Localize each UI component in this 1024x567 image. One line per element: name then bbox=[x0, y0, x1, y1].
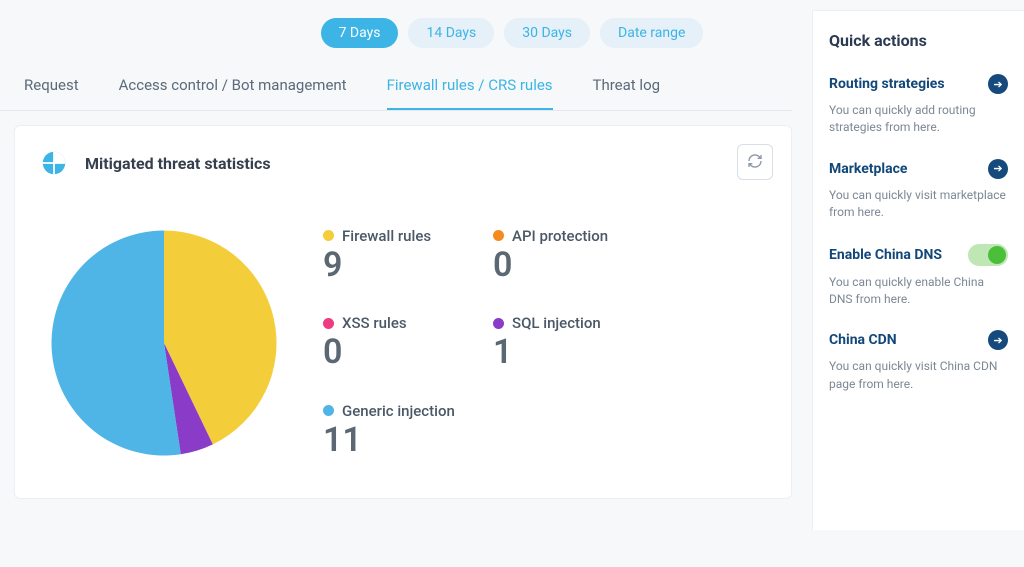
dot-icon bbox=[493, 230, 504, 241]
stat-sql-injection: SQL injection 1 bbox=[493, 314, 633, 371]
stat-value: 0 bbox=[323, 334, 463, 371]
quick-action-label: Enable China DNS bbox=[829, 247, 942, 263]
quick-action-label: Marketplace bbox=[829, 161, 907, 177]
quick-action-routing[interactable]: Routing strategies ➔ You can quickly add… bbox=[829, 74, 1008, 137]
quick-actions-sidebar: Quick actions Routing strategies ➔ You c… bbox=[812, 10, 1024, 530]
stat-label: API protection bbox=[512, 227, 608, 245]
sidebar-title: Quick actions bbox=[829, 31, 1008, 50]
toggle-china-dns[interactable] bbox=[968, 244, 1008, 266]
stat-value: 11 bbox=[323, 422, 463, 459]
card-title: Mitigated threat statistics bbox=[85, 154, 271, 173]
tabs: Request Access control / Bot management … bbox=[0, 58, 792, 111]
arrow-right-icon: ➔ bbox=[988, 330, 1008, 350]
arrow-right-icon: ➔ bbox=[988, 74, 1008, 94]
stat-label: SQL injection bbox=[512, 314, 601, 332]
quick-action-desc: You can quickly visit China CDN page fro… bbox=[829, 358, 1008, 393]
quick-action-label: China CDN bbox=[829, 332, 897, 348]
stat-xss-rules: XSS rules 0 bbox=[323, 314, 463, 371]
mitigated-threat-card: Mitigated threat statistics bbox=[14, 125, 792, 499]
quick-action-china-cdn[interactable]: China CDN ➔ You can quickly visit China … bbox=[829, 330, 1008, 393]
quick-action-desc: You can quickly visit marketplace from h… bbox=[829, 187, 1008, 222]
quick-action-label: Routing strategies bbox=[829, 76, 945, 92]
date-range-14days[interactable]: 14 Days bbox=[408, 18, 494, 48]
stat-firewall-rules: Firewall rules 9 bbox=[323, 227, 463, 284]
quick-action-desc: You can quickly enable China DNS from he… bbox=[829, 274, 1008, 309]
date-range-custom[interactable]: Date range bbox=[600, 18, 703, 48]
stat-api-protection: API protection 0 bbox=[493, 227, 633, 284]
dot-icon bbox=[493, 318, 504, 329]
tab-threat-log[interactable]: Threat log bbox=[593, 76, 661, 110]
pie-chart bbox=[39, 218, 289, 468]
quick-action-marketplace[interactable]: Marketplace ➔ You can quickly visit mark… bbox=[829, 159, 1008, 222]
stats-grid: Firewall rules 9 API protection 0 bbox=[323, 227, 633, 459]
refresh-button[interactable] bbox=[737, 144, 773, 180]
date-range-30days[interactable]: 30 Days bbox=[504, 18, 590, 48]
dot-icon bbox=[323, 405, 334, 416]
tab-firewall-rules[interactable]: Firewall rules / CRS rules bbox=[387, 76, 553, 110]
dot-icon bbox=[323, 230, 334, 241]
stat-value: 0 bbox=[493, 247, 633, 284]
arrow-right-icon: ➔ bbox=[988, 159, 1008, 179]
quick-action-desc: You can quickly add routing strategies f… bbox=[829, 102, 1008, 137]
stat-value: 1 bbox=[493, 334, 633, 371]
pie-chart-icon bbox=[39, 148, 69, 178]
date-range-7days[interactable]: 7 Days bbox=[321, 18, 399, 48]
refresh-icon bbox=[747, 153, 763, 172]
stat-label: Generic injection bbox=[342, 402, 455, 420]
stat-label: XSS rules bbox=[342, 314, 407, 332]
stat-label: Firewall rules bbox=[342, 227, 431, 245]
tab-request[interactable]: Request bbox=[24, 76, 79, 110]
tab-access-control[interactable]: Access control / Bot management bbox=[119, 76, 347, 110]
quick-action-china-dns: Enable China DNS You can quickly enable … bbox=[829, 244, 1008, 309]
dot-icon bbox=[323, 318, 334, 329]
stat-generic-injection: Generic injection 11 bbox=[323, 402, 463, 459]
stat-value: 9 bbox=[323, 247, 463, 284]
